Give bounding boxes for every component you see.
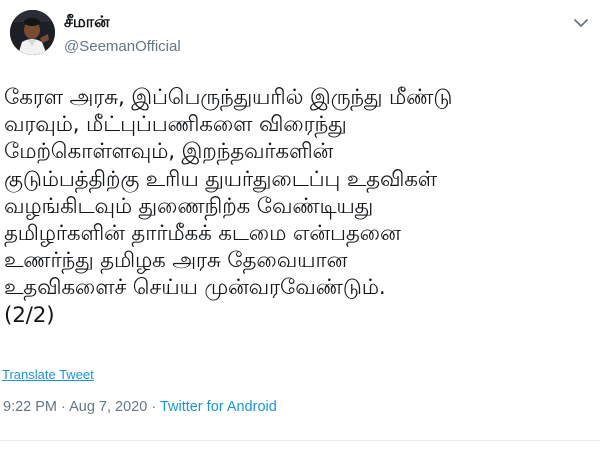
tweet-line: உதவிகளைச் செய்ய முன்வரவேண்டும். [4, 275, 386, 301]
chevron-down-icon [574, 18, 588, 27]
tweet-line: (2/2) [4, 302, 55, 328]
tweet-line: வரவும், மீட்புப்பணிகளை விரைந்து [4, 112, 347, 138]
divider [0, 440, 600, 441]
tweet-line: குடும்பத்திற்கு உரிய துயர்துடைப்பு உதவிக… [4, 166, 437, 192]
avatar[interactable] [10, 10, 55, 55]
tweet-line: வழங்கிடவும் துணைநிற்க வேண்டியது [4, 193, 374, 219]
tweet-date[interactable]: Aug 7, 2020 [69, 399, 147, 415]
display-name[interactable]: சீமான் [64, 12, 110, 33]
tweet-line: கேரள அரசு, இப்பெருந்துயரில் இருந்து மீண்… [4, 85, 453, 110]
tweet-time[interactable]: 9:22 PM [3, 399, 57, 415]
tweet-line: தமிழர்களின் தார்மீகக் கடமை என்பதனை [4, 221, 401, 247]
avatar-image [10, 10, 55, 55]
user-handle[interactable]: @SeemanOfficial [64, 38, 181, 55]
more-options-button[interactable] [572, 14, 590, 32]
tweet-line: மேற்கொள்ளவும், இறந்தவர்களின் [4, 139, 334, 165]
tweet-text: கேரள அரசு, இப்பெருந்துயரில் இருந்து மீண்… [4, 84, 594, 329]
tweet-source-link[interactable]: Twitter for Android [160, 399, 277, 415]
tweet-card: சீமான் @SeemanOfficial கேரள அரசு, இப்பெர… [0, 0, 600, 450]
translate-tweet-link[interactable]: Translate Tweet [2, 367, 94, 382]
tweet-line: உணர்ந்து தமிழக அரசு தேவையான [4, 248, 348, 274]
meta-separator: · [147, 399, 160, 415]
meta-separator: · [57, 399, 70, 415]
tweet-metadata: 9:22 PM · Aug 7, 2020 · Twitter for Andr… [3, 399, 277, 415]
